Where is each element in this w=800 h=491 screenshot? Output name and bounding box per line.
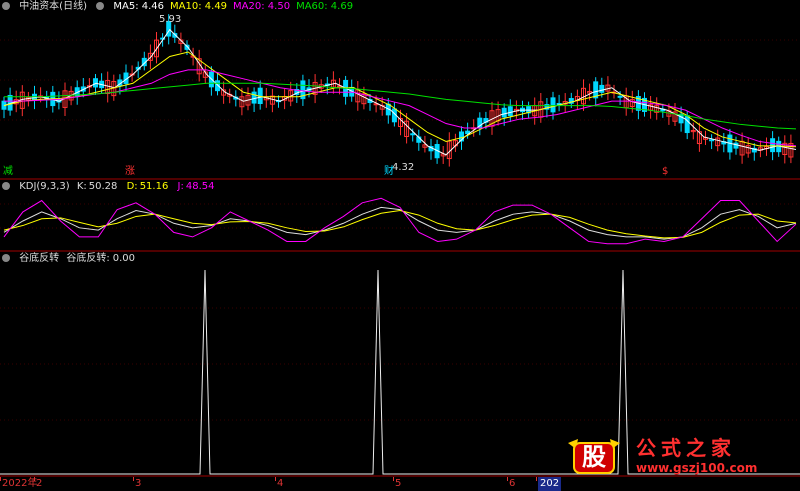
axis-tick	[0, 477, 1, 481]
price-chart[interactable]	[0, 0, 800, 180]
indicator-value: 0.00	[112, 253, 136, 264]
axis-label-4: 5	[395, 478, 402, 489]
kdj-line-D	[3, 210, 797, 239]
marker-left[interactable]: 减	[2, 166, 14, 178]
indicator-name: 谷底反转	[19, 253, 60, 264]
kdj-k-value: 50.28	[88, 181, 118, 192]
kdj-line-K	[3, 206, 797, 240]
axis-tick	[507, 477, 508, 481]
marker-mid[interactable]: 涨	[124, 166, 136, 178]
candle-body	[770, 138, 776, 153]
logo-char: 股	[582, 443, 606, 471]
candle-body	[93, 78, 98, 88]
kdj-k-label: K:	[76, 181, 87, 192]
ma-legend-1: MA10: 4.49	[170, 1, 228, 12]
candle-body	[709, 139, 715, 142]
time-axis: 2022年 2 3 4 5 6 202	[0, 477, 800, 491]
candle-body	[550, 97, 556, 113]
logo-url: www.gszj100.com	[636, 461, 758, 475]
price-legend: 中油资本(日线) MA5: 4.46 MA10: 4.49 MA20: 4.50 MA…	[0, 0, 365, 14]
kdj-d-value: 51.16	[139, 181, 169, 192]
marker-cai[interactable]: 财	[383, 166, 395, 178]
high-price-label: 5.93	[159, 14, 182, 25]
axis-tick	[34, 477, 35, 481]
axis-label-5: 6	[509, 478, 516, 489]
axis-tick	[536, 477, 537, 481]
ma-legend-2: MA20: 4.50	[233, 1, 291, 12]
ma-legend-3: MA60: 4.69	[296, 1, 354, 12]
candle-body	[251, 91, 257, 104]
price-pane[interactable]: 中油资本(日线) MA5: 4.46 MA10: 4.49 MA20: 4.50 MA…	[0, 0, 800, 180]
price-collapse-icon[interactable]	[2, 2, 10, 10]
logo-text: 公式之家	[636, 436, 736, 460]
ma-legend: MA5: 4.46 MA10: 4.49 MA20: 4.50 MA60: 4.69	[113, 1, 359, 12]
ma-legend-0: MA5: 4.46	[113, 1, 165, 12]
candle-body	[617, 95, 623, 98]
candle-body	[501, 107, 507, 118]
axis-label-6: 202	[538, 477, 562, 491]
kdj-d-label: D:	[126, 181, 138, 192]
ma-settings-icon[interactable]	[96, 2, 105, 10]
candle-body	[678, 113, 684, 124]
kdj-legend: KDJ(9,3,3) K: 50.28 D: 51.16 J: 48.54	[0, 180, 220, 194]
kdj-j-label: J:	[177, 181, 184, 192]
candle-body	[599, 84, 605, 93]
marker-right[interactable]: $	[661, 166, 669, 178]
candle-body	[507, 106, 513, 117]
candle-body	[733, 142, 739, 149]
axis-label-2: 3	[135, 478, 142, 489]
axis-label-1: 2	[36, 478, 43, 489]
indicator-settings-icon[interactable]	[2, 254, 10, 262]
stock-title: 中油资本(日线)	[19, 1, 87, 12]
kdj-j-value: 48.54	[185, 181, 215, 192]
candle-body	[410, 133, 416, 136]
kdj-settings-icon[interactable]	[2, 182, 10, 190]
kdj-pane[interactable]: KDJ(9,3,3) K: 50.28 D: 51.16 J: 48.54	[0, 180, 800, 252]
axis-label-3: 4	[277, 478, 284, 489]
axis-tick	[393, 477, 394, 481]
kdj-name: KDJ(9,3,3)	[19, 181, 70, 192]
axis-tick	[133, 477, 134, 481]
watermark-logo: 股 公式之家 www.gszj100.com	[564, 437, 794, 477]
axis-tick	[275, 477, 276, 481]
candle-body	[684, 115, 690, 134]
indicator-label: 谷底反转:	[66, 253, 110, 264]
ma-line-MA5	[3, 28, 797, 156]
axis-label-0: 2022年	[2, 478, 38, 489]
indicator-legend: 谷底反转 谷底反转: 0.00	[0, 252, 141, 266]
